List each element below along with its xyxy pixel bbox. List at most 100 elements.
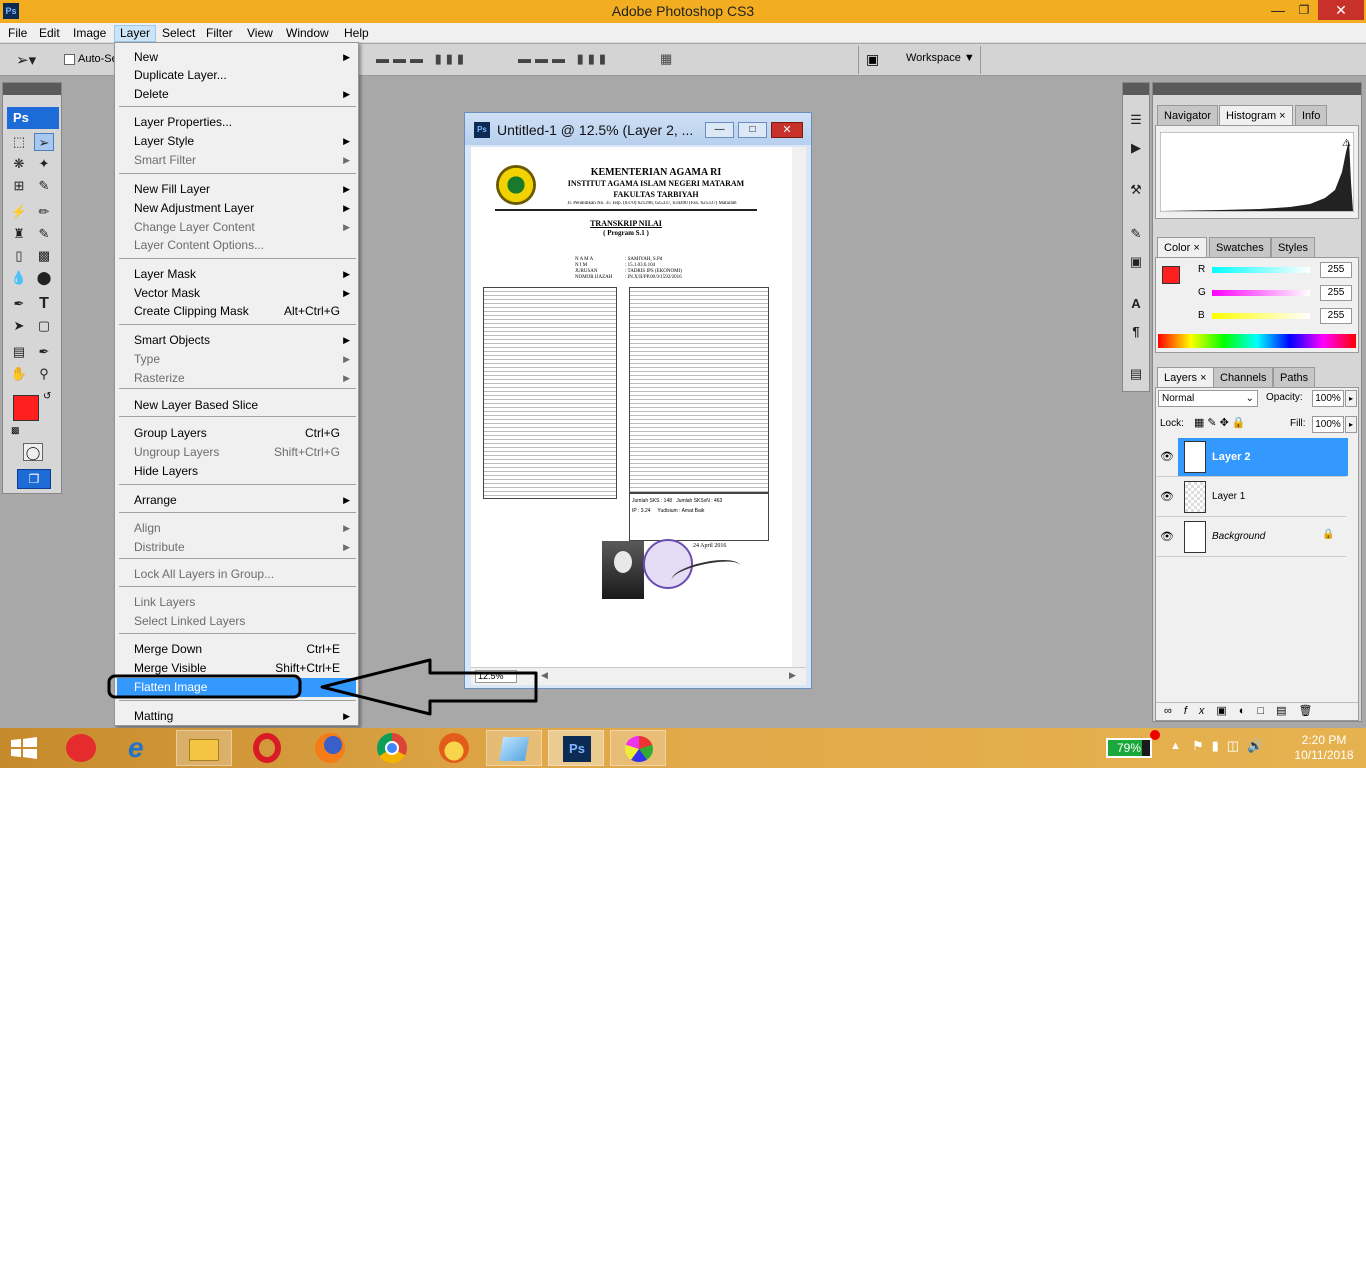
history-brush-icon[interactable]: ✎ [34,225,54,243]
menu-item-layer-properties[interactable]: Layer Properties... [117,113,356,132]
lock-icons[interactable]: ▦✎✥🔒 [1194,416,1249,429]
taskbar-file-explorer[interactable] [176,730,232,766]
menu-item-duplicate-layer[interactable]: Duplicate Layer... [117,66,356,85]
taskbar-photoshop[interactable]: Ps [548,730,604,766]
restore-icon[interactable]: ❐ [1292,0,1316,20]
menu-item-new-layer-based-slice[interactable]: New Layer Based Slice [117,396,356,415]
fill-value[interactable]: 100% [1312,416,1344,433]
g-value[interactable]: 255 [1320,285,1352,301]
doc-restore-icon[interactable]: □ [738,122,767,138]
align-icons[interactable]: ▬▬▬ ▮▮▮ [376,51,468,67]
color-fg-swatch[interactable] [1162,266,1180,284]
type-tool-icon[interactable]: T [34,295,54,313]
document-vertical-scrollbar[interactable] [792,147,806,667]
eye-icon[interactable]: 👁 [1160,530,1174,543]
slice-tool-icon[interactable]: ✎ [34,177,54,195]
brush-tool-icon[interactable]: ✏ [34,203,54,221]
bridge-icon[interactable]: ▣ [866,51,879,68]
taskbar-app-browser[interactable] [426,730,482,766]
auto-align-icon[interactable]: ▦ [660,51,672,67]
menu-layer[interactable]: Layer [114,25,157,42]
default-colors-icon[interactable]: ▩ [11,425,20,436]
menu-item-arrange[interactable]: Arrange ▶ [117,491,356,510]
doc-close-icon[interactable]: ✕ [771,122,803,138]
menu-help[interactable]: Help [339,25,374,42]
brushes-panel-icon[interactable]: ✎ [1126,225,1146,243]
h-scroll-right-icon[interactable]: ▶ [789,670,796,681]
pen-tool-icon[interactable]: ✒ [9,295,29,313]
notes-tool-icon[interactable]: ▤ [9,343,29,361]
menu-image[interactable]: Image [68,25,111,42]
start-button[interactable] [10,736,38,760]
r-slider[interactable] [1212,267,1310,273]
menu-edit[interactable]: Edit [34,25,65,42]
menu-item-new-adjustment-layer[interactable]: New Adjustment Layer ▶ [117,199,356,218]
clock[interactable]: 2:20 PM 10/11/2018 [1282,733,1366,763]
menu-item-delete[interactable]: Delete ▶ [117,85,356,104]
hand-tool-icon[interactable]: ✋ [9,365,29,383]
quick-mask-icon[interactable]: ◯ [23,443,43,461]
tab-channels[interactable]: Channels [1213,367,1274,387]
b-value[interactable]: 255 [1320,308,1352,324]
r-value[interactable]: 255 [1320,262,1352,278]
menu-item-vector-mask[interactable]: Vector Mask ▶ [117,284,356,303]
paragraph-panel-icon[interactable]: ¶ [1126,323,1146,341]
taskbar-ie[interactable]: e [116,730,172,766]
menu-item-new[interactable]: New ▶ [117,48,356,67]
foreground-color-swatch[interactable] [13,395,39,421]
menu-window[interactable]: Window [281,25,334,42]
taskbar-app-1[interactable] [54,730,110,766]
tab-navigator[interactable]: Navigator [1157,105,1219,125]
eye-icon[interactable]: 👁 [1160,450,1174,463]
eye-icon[interactable]: 👁 [1160,490,1174,503]
layer-row[interactable]: 👁 Layer 1 [1156,478,1346,517]
path-selection-icon[interactable]: ➤ [9,317,29,335]
opacity-value[interactable]: 100% [1312,390,1344,407]
clone-source-icon[interactable]: ▣ [1126,253,1146,271]
screen-mode-icon[interactable]: ❐ [17,469,51,489]
menu-item-smart-objects[interactable]: Smart Objects ▶ [117,331,356,350]
eyedropper-icon[interactable]: ✒ [34,343,54,361]
healing-brush-icon[interactable]: ⚡ [9,203,29,221]
crop-tool-icon[interactable]: ⊞ [9,177,29,195]
menu-item-layer-mask[interactable]: Layer Mask ▶ [117,265,356,284]
taskbar-firefox[interactable] [302,730,358,766]
taskbar-paint[interactable] [610,730,666,766]
tab-info[interactable]: Info [1295,105,1328,125]
minimize-icon[interactable]: — [1266,0,1290,20]
layer-row[interactable]: 👁 Layer 2 [1156,438,1348,477]
menu-item-hide-layers[interactable]: Hide Layers [117,462,356,481]
menu-item-group-layers[interactable]: Group Layers Ctrl+G [117,424,356,443]
marquee-tool-icon[interactable]: ⬚ [9,133,29,151]
opacity-arrow-icon[interactable]: ▸ [1345,390,1357,407]
tab-layers[interactable]: Layers × [1157,367,1214,387]
tool-presets-icon[interactable]: ⚒ [1126,181,1146,199]
move-tool-icon[interactable]: ➢ [34,133,54,151]
actions-panel-icon[interactable]: ▶ [1126,139,1146,157]
workspace-button[interactable]: Workspace ▼ [906,52,975,64]
show-hidden-icons-icon[interactable]: ▲ [1170,740,1181,752]
taskbar-app-notes[interactable] [486,730,542,766]
tab-histogram[interactable]: Histogram × [1219,105,1293,125]
doc-minimize-icon[interactable]: — [705,122,734,138]
tab-styles[interactable]: Styles [1271,237,1315,257]
shape-tool-icon[interactable]: ▢ [34,317,54,335]
menu-item-create-clipping-mask[interactable]: Create Clipping Mask Alt+Ctrl+G [117,302,356,321]
document-canvas[interactable]: KEMENTERIAN AGAMA RI INSTITUT AGAMA ISLA… [471,147,792,667]
swap-colors-icon[interactable]: ↺ [43,391,51,402]
eraser-tool-icon[interactable]: ▯ [9,247,29,265]
move-tool-icon[interactable]: ➢▾ [16,51,36,69]
magic-wand-icon[interactable]: ✦ [34,155,54,173]
layer-row[interactable]: 👁 Background 🔒 [1156,518,1346,557]
color-ramp[interactable] [1158,334,1356,348]
tab-color[interactable]: Color × [1157,237,1207,257]
dodge-tool-icon[interactable]: ⬤ [34,269,54,287]
zoom-tool-icon[interactable]: ⚲ [34,365,54,383]
tab-paths[interactable]: Paths [1273,367,1316,387]
distribute-icons[interactable]: ▬▬▬ ▮▮▮ [518,51,610,67]
blur-tool-icon[interactable]: 💧 [9,269,29,287]
tab-swatches[interactable]: Swatches [1209,237,1271,257]
taskbar-opera[interactable] [240,730,296,766]
menu-select[interactable]: Select [157,25,200,42]
battery-indicator[interactable]: 79% [1106,738,1152,758]
